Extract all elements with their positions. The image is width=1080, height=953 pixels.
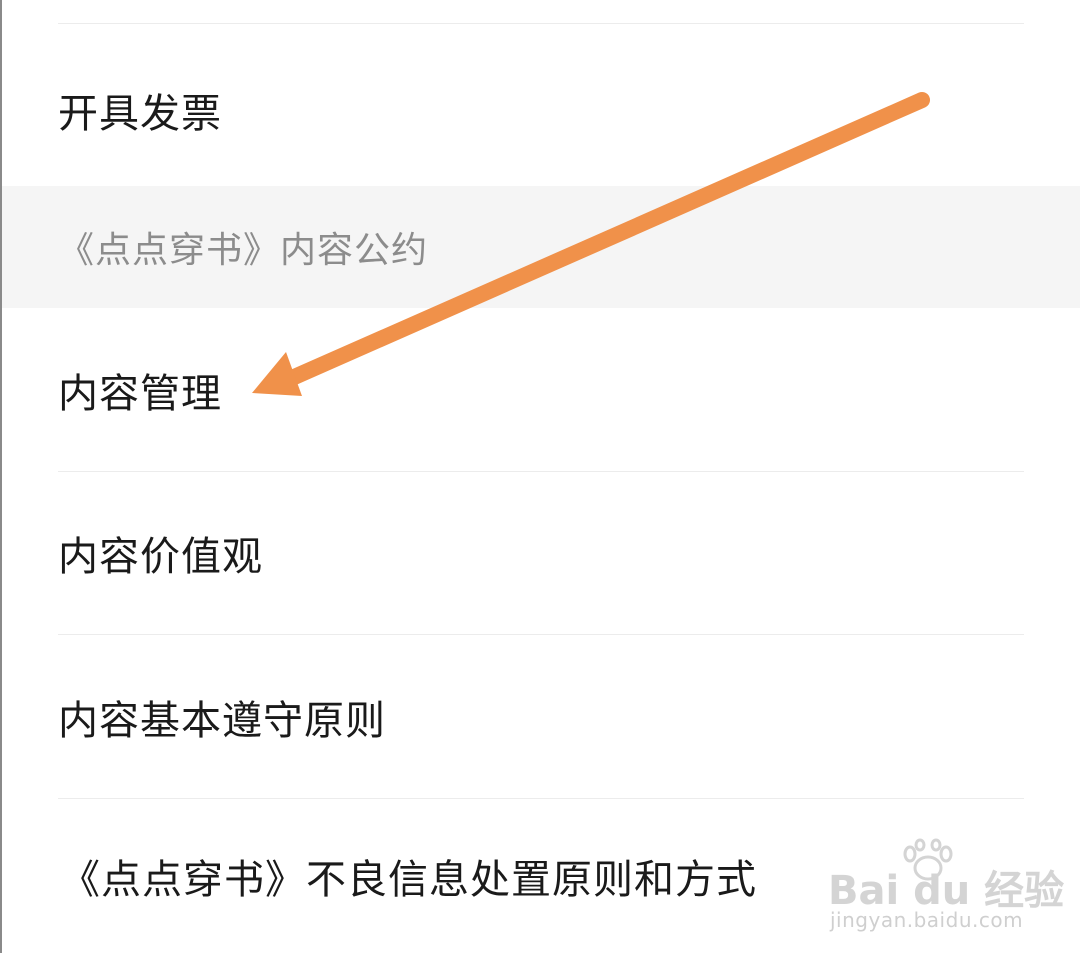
list-item-label: 内容基本遵守原则 <box>58 697 386 744</box>
list-item-content-management[interactable]: 内容管理 <box>2 308 1080 471</box>
baidu-watermark: Bai du 经验 jingyan.baidu.com <box>828 838 1064 938</box>
watermark-url: jingyan.baidu.com <box>830 908 1024 932</box>
list-item-label: 《点点穿书》不良信息处置原则和方式 <box>60 857 757 903</box>
list-item-content-values[interactable]: 内容价值观 <box>2 472 1080 634</box>
invoice-item[interactable]: 开具发票 <box>2 40 1080 180</box>
invoice-item-label: 开具发票 <box>58 91 222 137</box>
settings-list-page: 开具发票 《点点穿书》内容公约 内容管理 内容价值观 内容基本遵守原则 《点点穿… <box>0 0 1080 953</box>
section-header-label: 《点点穿书》内容公约 <box>58 230 429 271</box>
section-header-content-convention: 《点点穿书》内容公约 <box>2 186 1080 308</box>
list-item-basic-principles[interactable]: 内容基本遵守原则 <box>2 635 1080 798</box>
divider <box>58 23 1024 24</box>
list-item-label: 内容管理 <box>58 370 222 417</box>
list-item-label: 内容价值观 <box>58 534 263 580</box>
